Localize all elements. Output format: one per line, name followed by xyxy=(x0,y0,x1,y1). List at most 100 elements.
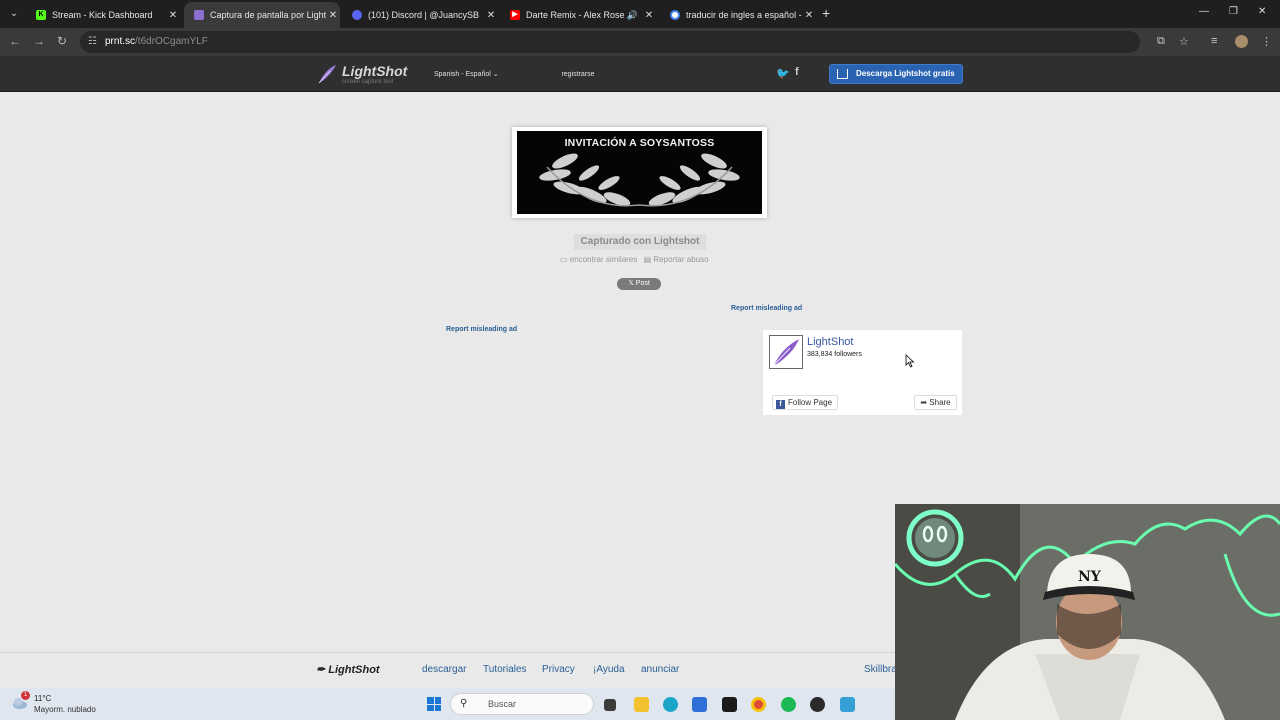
follower-count: 383,834 followers xyxy=(807,351,862,358)
obs-icon[interactable] xyxy=(810,697,825,712)
tab-google-translate[interactable]: traducir de ingles a español - B ✕ xyxy=(660,2,816,28)
x-post-button[interactable]: 𝕏 Post xyxy=(617,278,661,290)
download-icon xyxy=(837,69,848,79)
close-tab-icon[interactable]: ✕ xyxy=(166,10,180,21)
flag-icon: ▤ xyxy=(643,255,652,264)
download-button[interactable]: Descarga Lightshot gratis xyxy=(829,64,963,84)
search-icon: ⚲ xyxy=(460,698,468,709)
store-icon[interactable] xyxy=(692,697,707,712)
footer-link-advertise[interactable]: anunciar xyxy=(641,664,679,675)
register-link[interactable]: registrarse xyxy=(556,69,600,81)
find-similar-link[interactable]: encontrar similares xyxy=(570,255,638,264)
browser-tab-strip: ⌄ K Stream - Kick Dashboard ✕ Captura de… xyxy=(0,0,1280,28)
facebook-page-widget: LightShot 383,834 followers f Follow Page… xyxy=(763,330,962,415)
mouse-cursor-icon xyxy=(905,354,915,368)
google-icon xyxy=(670,10,680,20)
footer-link-tutorials[interactable]: Tutoriales xyxy=(483,664,527,675)
download-label: Descarga Lightshot gratis xyxy=(856,69,955,78)
tab-title: Darte Remix - Alex Rose Ft. xyxy=(526,10,627,20)
follow-page-button[interactable]: f Follow Page xyxy=(772,395,838,410)
close-tab-icon[interactable]: ✕ xyxy=(484,10,498,21)
image-search-icon: ▭ xyxy=(560,255,568,264)
tab-title: Stream - Kick Dashboard xyxy=(52,10,153,20)
report-misleading-ad-link[interactable]: Report misleading ad xyxy=(731,305,802,312)
browser-toolbar: ← → ↻ ☷ prnt.sc/t6drOCgamYLF ⧉ ☆ ≡ ⋮ xyxy=(0,28,1280,56)
yandere-app-icon[interactable] xyxy=(722,697,737,712)
page-thumbnail[interactable] xyxy=(769,335,803,369)
kick-icon: K xyxy=(36,10,46,20)
chevron-down-icon: ⌄ xyxy=(492,71,499,78)
lightshot-icon xyxy=(194,10,204,20)
chrome-icon[interactable] xyxy=(751,697,766,712)
x-logo-icon: 𝕏 xyxy=(628,280,634,287)
tab-kick-dashboard[interactable]: K Stream - Kick Dashboard ✕ xyxy=(26,2,180,28)
close-window-icon[interactable]: ✕ xyxy=(1258,6,1266,17)
address-bar[interactable]: ☷ prnt.sc/t6drOCgamYLF xyxy=(80,31,1140,53)
captured-with-label: Capturado con Lightshot xyxy=(574,234,706,250)
task-view-icon[interactable] xyxy=(604,699,616,711)
image-actions: ▭ encontrar similares ▤ Reportar abuso xyxy=(560,255,709,267)
forward-icon[interactable]: → xyxy=(33,34,45,48)
twitter-icon[interactable]: 🐦 xyxy=(776,67,790,80)
url-text: prnt.sc/t6drOCgamYLF xyxy=(105,36,208,47)
footer-link-help[interactable]: ¡Ayuda xyxy=(593,664,625,675)
language-select[interactable]: Spanish - Español ⌄ xyxy=(430,69,500,81)
screenshot-image[interactable]: INVITACIÓN A SOYSANTOSS xyxy=(517,131,762,214)
screenshot-frame: INVITACIÓN A SOYSANTOSS xyxy=(512,127,767,218)
logo-subtitle: screen capture tool xyxy=(342,79,394,85)
windows-start-icon[interactable] xyxy=(427,697,441,711)
page-name-link[interactable]: LightShot xyxy=(807,336,853,348)
footer-link-download[interactable]: descargar xyxy=(422,664,466,675)
spotify-icon[interactable] xyxy=(781,697,796,712)
webcam-overlay: NY xyxy=(895,504,1280,720)
footer-link-privacy[interactable]: Privacy xyxy=(542,664,575,675)
back-icon[interactable]: ← xyxy=(9,34,21,48)
lightshot-feather-icon xyxy=(318,65,336,84)
media-controls-icon[interactable]: ≡ xyxy=(1211,35,1217,47)
facebook-icon: f xyxy=(776,400,785,409)
menu-icon[interactable]: ⋮ xyxy=(1261,35,1272,48)
bookmark-star-icon[interactable]: ☆ xyxy=(1179,35,1189,48)
install-app-icon[interactable]: ⧉ xyxy=(1157,35,1165,48)
image-title: INVITACIÓN A SOYSANTOSS xyxy=(564,137,715,149)
lightshot-logo[interactable]: LightShot xyxy=(342,63,407,79)
taskbar-search[interactable]: ⚲ Buscar xyxy=(450,693,594,715)
tab-title: traducir de ingles a español - B xyxy=(686,10,802,20)
edge-icon[interactable] xyxy=(663,697,678,712)
minimize-icon[interactable]: — xyxy=(1199,6,1209,17)
report-abuse-link[interactable]: Reportar abuso xyxy=(653,255,708,264)
restore-icon[interactable]: ❐ xyxy=(1229,6,1238,17)
svg-text:NY: NY xyxy=(1078,569,1102,585)
notepad-icon[interactable] xyxy=(840,697,855,712)
youtube-icon: ▶ xyxy=(510,10,520,20)
file-explorer-icon[interactable] xyxy=(634,697,649,712)
new-tab-icon[interactable]: + xyxy=(822,6,830,20)
tab-title: (101) Discord | @JuancySB xyxy=(368,10,480,20)
notification-badge: 1 xyxy=(21,691,30,700)
facebook-icon[interactable]: f xyxy=(795,66,799,78)
close-tab-icon[interactable]: ✕ xyxy=(326,10,340,21)
report-misleading-ad-link[interactable]: Report misleading ad xyxy=(446,326,517,333)
speaker-icon[interactable]: 🔊 xyxy=(627,10,638,21)
discord-icon xyxy=(352,10,362,20)
close-tab-icon[interactable]: ✕ xyxy=(802,10,816,21)
footer-link-skillbrains[interactable]: Skillbra xyxy=(864,664,897,675)
lightshot-feather-icon xyxy=(773,339,799,366)
share-arrow-icon: ➦ xyxy=(920,398,928,407)
share-button[interactable]: ➦ Share xyxy=(914,395,957,410)
post-label: Post xyxy=(635,280,650,287)
tab-title: Captura de pantalla por Lightsh xyxy=(210,10,326,20)
reload-icon[interactable]: ↻ xyxy=(57,34,67,48)
tab-youtube[interactable]: ▶ Darte Remix - Alex Rose Ft. 🔊 ✕ xyxy=(500,2,656,28)
footer-logo[interactable]: ✒ LightShot xyxy=(316,663,380,676)
windows-taskbar: 1 11°C Mayorm. nublado ⚲ Buscar xyxy=(0,688,895,720)
weather-description[interactable]: Mayorm. nublado xyxy=(34,705,96,714)
weather-temperature[interactable]: 11°C xyxy=(34,694,51,703)
tab-search-icon[interactable]: ⌄ xyxy=(6,6,22,22)
close-tab-icon[interactable]: ✕ xyxy=(642,10,656,21)
site-info-icon[interactable]: ☷ xyxy=(88,36,97,47)
profile-avatar[interactable] xyxy=(1235,35,1248,48)
tab-discord[interactable]: (101) Discord | @JuancySB ✕ xyxy=(342,2,498,28)
tab-lightshot[interactable]: Captura de pantalla por Lightsh ✕ xyxy=(184,2,340,28)
streamer-webcam-image: NY xyxy=(895,504,1280,720)
